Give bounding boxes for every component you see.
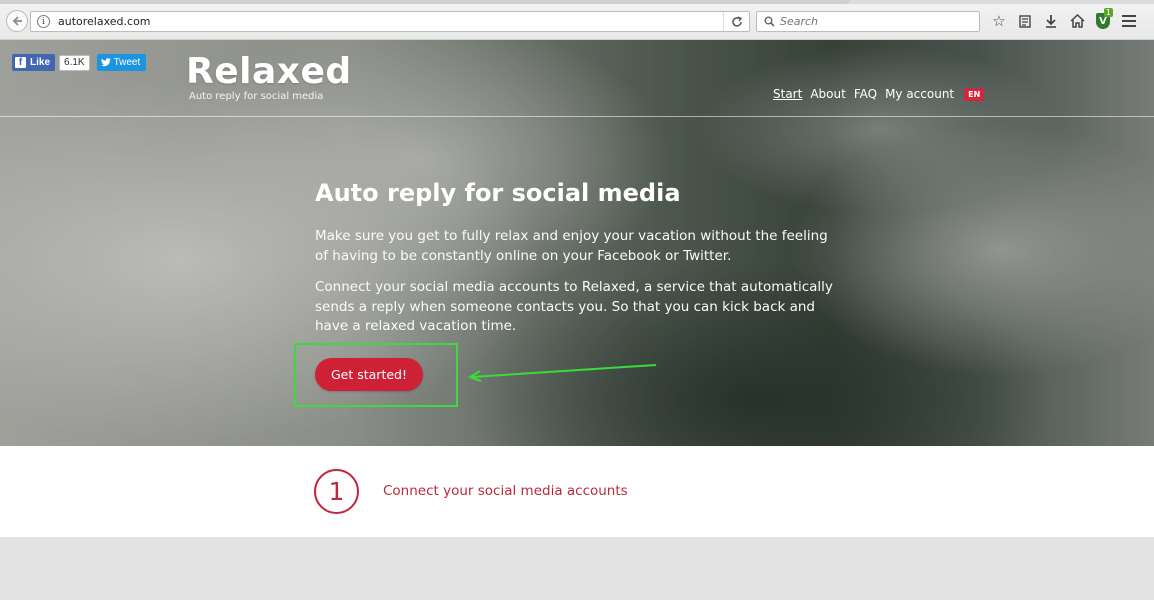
- site-logo[interactable]: Relaxed: [186, 51, 352, 92]
- hero-title: Auto reply for social media: [315, 179, 681, 207]
- menu-button[interactable]: [1116, 9, 1142, 33]
- language-selector[interactable]: EN: [964, 87, 985, 101]
- adblock-shield-button[interactable]: V 1: [1090, 8, 1116, 33]
- url-text[interactable]: autorelaxed.com: [58, 15, 151, 28]
- facebook-like-button[interactable]: f Like: [12, 54, 56, 71]
- back-button[interactable]: [6, 10, 28, 32]
- browser-toolbar: i autorelaxed.com ☆ V 1: [0, 0, 1154, 40]
- step-number: 1: [314, 469, 359, 514]
- reload-button[interactable]: [723, 12, 749, 31]
- nav-item-my-account[interactable]: My account: [885, 87, 954, 101]
- main-nav: Start About FAQ My account EN: [773, 87, 985, 101]
- steps-section: 1 Connect your social media accounts: [0, 446, 1154, 537]
- info-icon[interactable]: i: [37, 15, 50, 28]
- address-bar[interactable]: i autorelaxed.com: [30, 11, 750, 32]
- home-icon[interactable]: [1064, 9, 1090, 33]
- site-tagline: Auto reply for social media: [189, 91, 324, 102]
- back-arrow-icon: [12, 16, 22, 26]
- download-icon[interactable]: [1038, 9, 1064, 33]
- like-count: 6.1K: [59, 54, 90, 71]
- hero-paragraph-1: Make sure you get to fully relax and enj…: [315, 228, 828, 264]
- like-label: Like: [30, 57, 51, 68]
- twitter-bird-icon: [100, 58, 111, 67]
- bookmark-star-icon[interactable]: ☆: [986, 9, 1012, 33]
- nav-item-start[interactable]: Start: [773, 87, 802, 101]
- tweet-label: Tweet: [113, 57, 141, 68]
- hero-content: Auto reply for social media Make sure yo…: [315, 179, 845, 349]
- hero-paragraph-2: Connect your social media accounts to Re…: [315, 279, 833, 334]
- search-icon: [762, 15, 776, 29]
- search-input[interactable]: [780, 15, 970, 28]
- hamburger-menu-icon: [1122, 15, 1136, 27]
- toolbar-icons: ☆ V 1: [986, 8, 1142, 33]
- hero-section: f Like 6.1K Tweet Relaxed Auto reply for…: [0, 40, 1154, 446]
- search-bar[interactable]: [756, 11, 980, 32]
- nav-item-faq[interactable]: FAQ: [854, 87, 877, 101]
- active-tab-edge[interactable]: [0, 0, 850, 4]
- shield-badge: 1: [1103, 8, 1113, 17]
- get-started-button[interactable]: Get started!: [315, 358, 423, 391]
- social-buttons: f Like 6.1K Tweet: [12, 54, 147, 71]
- step-label[interactable]: Connect your social media accounts: [383, 483, 628, 499]
- tweet-button[interactable]: Tweet: [96, 54, 147, 71]
- nav-item-about[interactable]: About: [810, 87, 845, 101]
- facebook-icon: f: [15, 57, 26, 68]
- header-divider: [0, 116, 1154, 117]
- page-footer-area: [0, 537, 1154, 600]
- reading-list-icon[interactable]: [1012, 9, 1038, 33]
- reload-icon: [731, 15, 742, 27]
- annotation-arrow-icon: [467, 364, 657, 382]
